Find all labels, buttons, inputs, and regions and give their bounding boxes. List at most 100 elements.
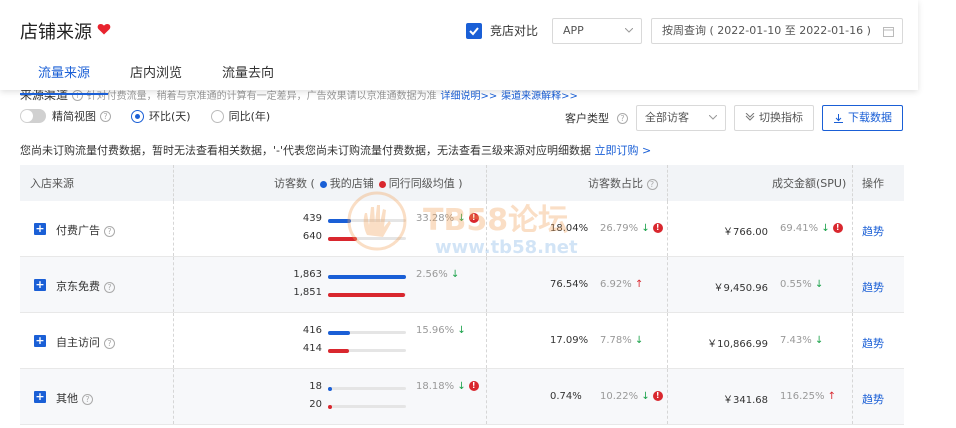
- column-divider: [852, 165, 853, 201]
- radio-dot: [131, 109, 144, 123]
- my-store-visitors: 1,863: [293, 269, 322, 280]
- subscribe-link[interactable]: 立即订购 >: [595, 144, 652, 157]
- fine-view-toggle[interactable]: [20, 109, 46, 123]
- column-divider: [173, 369, 174, 424]
- warning-icon[interactable]: !: [652, 223, 663, 233]
- gmv-value: ￥766.00: [723, 227, 768, 238]
- warning-icon[interactable]: !: [832, 223, 843, 233]
- arrow-down-icon: ↓: [631, 335, 644, 346]
- table-header: 入店来源 访客数 (我的店铺 同行同级均值 ) 访客数占比 ? 成交金额(SPU)…: [20, 165, 904, 201]
- arrow-up-icon: ↑: [824, 391, 837, 402]
- radio-day-label: 环比(天): [149, 110, 191, 123]
- trend-link[interactable]: 趋势: [862, 223, 884, 239]
- help-icon[interactable]: ?: [104, 225, 115, 237]
- bar-track: [328, 387, 406, 390]
- gmv-change: 116.25% ↑: [780, 391, 836, 402]
- table-body: + 付费广告? 439 640 33.28% ↓! 18.04% 26.79% ↓! ￥766…: [20, 201, 904, 425]
- column-divider: [852, 369, 853, 424]
- gmv-change-value: 0.55%: [780, 279, 812, 290]
- check-icon: [469, 26, 479, 35]
- header-visitors-label: 访客数 (: [274, 177, 315, 190]
- expand-icon[interactable]: +: [34, 279, 46, 291]
- radio-year-over-year[interactable]: 同比(年): [210, 108, 270, 124]
- arrow-down-icon: ↓: [818, 223, 830, 234]
- switch-metric-label: 切换指标: [759, 111, 803, 124]
- visitor-type-select[interactable]: 全部访客: [636, 105, 726, 131]
- peer-avg-bar: [328, 405, 332, 409]
- download-button[interactable]: 下载数据: [822, 105, 903, 131]
- trend-link[interactable]: 趋势: [862, 391, 884, 407]
- trend-link[interactable]: 趋势: [862, 279, 884, 295]
- help-icon[interactable]: ?: [617, 112, 628, 124]
- warning-icon[interactable]: !: [652, 391, 663, 401]
- section-title: 来源渠道: [20, 88, 69, 102]
- gmv-value: ￥9,450.96: [713, 283, 768, 294]
- column-divider: [667, 369, 668, 424]
- gmv-change: 7.43% ↓: [780, 335, 823, 346]
- source-name: 其他?: [56, 390, 93, 406]
- switch-metric-button[interactable]: 切换指标: [734, 105, 814, 131]
- info-icon[interactable]: i: [71, 90, 83, 101]
- expand-icon[interactable]: +: [34, 391, 46, 403]
- detail-link[interactable]: 详细说明>>: [441, 91, 498, 102]
- header-source: 入店来源: [30, 177, 74, 190]
- date-range-picker[interactable]: 按周查询 ( 2022-01-10 至 2022-01-16 ): [651, 18, 903, 44]
- column-divider: [486, 313, 487, 368]
- visitors-change-value: 2.56%: [416, 269, 448, 280]
- trend-link[interactable]: 趋势: [862, 335, 884, 351]
- arrow-up-icon: ↑: [631, 279, 644, 290]
- expand-icon[interactable]: +: [34, 335, 46, 347]
- column-divider: [173, 165, 174, 201]
- expand-icon[interactable]: +: [34, 223, 46, 235]
- help-icon[interactable]: ?: [104, 337, 115, 349]
- my-store-bar: [328, 219, 351, 223]
- visitors-change: 2.56% ↓: [416, 269, 459, 280]
- warning-icon[interactable]: !: [468, 213, 479, 223]
- tab-traffic-destination[interactable]: 流量去向: [222, 62, 274, 87]
- warning-icon[interactable]: !: [468, 381, 479, 391]
- arrow-down-icon: ↓: [811, 279, 824, 290]
- gmv-change-value: 7.43%: [780, 335, 812, 346]
- gmv-change: 69.41% ↓!: [780, 223, 843, 234]
- visitors-change-value: 33.28%: [416, 213, 455, 224]
- help-icon[interactable]: ?: [82, 393, 93, 405]
- channel-explain-link[interactable]: 渠道来源解释>>: [501, 91, 578, 102]
- legend-dot-blue: [319, 180, 327, 188]
- compare-toggle[interactable]: 竞店对比: [466, 22, 538, 39]
- heart-icon[interactable]: [97, 22, 111, 36]
- arrow-down-icon: ↓: [454, 325, 466, 336]
- column-divider: [667, 201, 668, 256]
- my-store-bar: [328, 387, 332, 391]
- column-divider: [486, 257, 487, 312]
- source-name-text: 京东免费: [56, 280, 100, 293]
- peer-avg-visitors: 414: [302, 343, 322, 354]
- gmv-change-value: 69.41%: [780, 223, 819, 234]
- visitors-change: 18.18% ↓!: [416, 381, 479, 392]
- help-icon[interactable]: ?: [100, 110, 111, 122]
- help-icon[interactable]: ?: [104, 281, 115, 293]
- arrow-down-icon: ↓: [638, 391, 650, 402]
- arrow-down-icon: ↓: [638, 223, 650, 234]
- my-store-visitors: 416: [302, 325, 322, 336]
- source-name-text: 其他: [56, 392, 78, 405]
- compare-checkbox[interactable]: [466, 22, 482, 39]
- column-divider: [667, 165, 668, 201]
- source-name: 付费广告?: [56, 222, 115, 238]
- table-row: + 其他? 18 20 18.18% ↓! 0.74% 10.22% ↓! ￥341.68 11…: [20, 369, 904, 425]
- tab-store-browse[interactable]: 店内浏览: [130, 62, 182, 87]
- legend-my-store: 我的店铺: [329, 177, 374, 190]
- source-name: 自主访问?: [56, 334, 115, 350]
- header-visitor-ratio: 访客数占比 ?: [588, 175, 658, 191]
- radio-day-over-day[interactable]: 环比(天): [131, 108, 191, 124]
- visitor-type-value: 全部访客: [645, 111, 689, 124]
- view-controls: 精简视图 ? 环比(天) 同比(年): [20, 108, 270, 124]
- help-icon[interactable]: ?: [646, 178, 658, 190]
- visitors-change-value: 15.96%: [416, 325, 455, 336]
- visitor-ratio-change: 7.78% ↓: [600, 335, 643, 346]
- chevrons-icon: [745, 113, 755, 121]
- platform-select[interactable]: APP: [552, 18, 642, 44]
- section-hint: 针对付费流量，稍着与京准通的计算有一定差异，广告效果请以京准通数据为准: [86, 91, 437, 102]
- bar-track: [328, 405, 406, 408]
- header-visitors: 访客数 (我的店铺 同行同级均值 ): [274, 175, 463, 191]
- tab-traffic-source[interactable]: 流量来源: [19, 62, 109, 95]
